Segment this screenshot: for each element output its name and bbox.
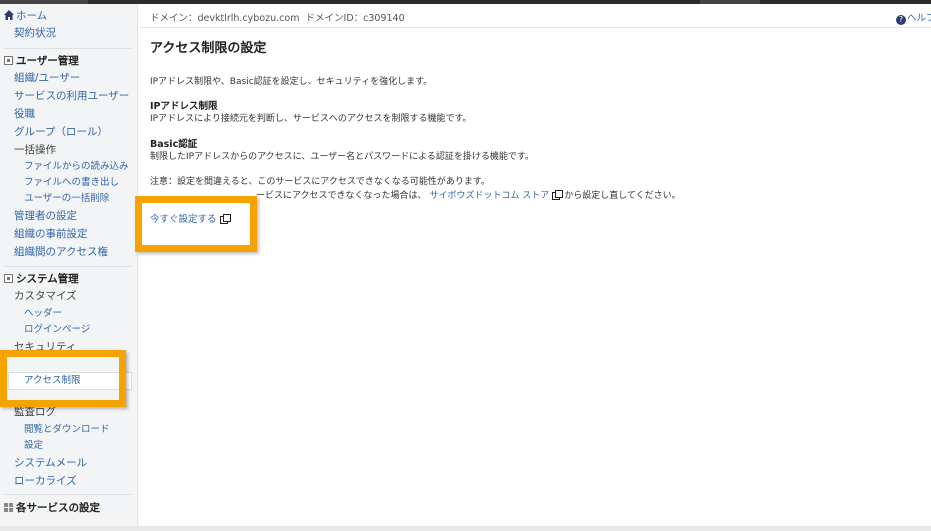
- sidebar-item-localize[interactable]: ローカライズ: [14, 473, 77, 489]
- external-link-icon: [552, 190, 564, 200]
- sidebar-highlight-callout: [0, 350, 126, 407]
- user-box-icon: [4, 56, 13, 65]
- basic-auth-desc: 制限したIPアドレスからのアクセスに、ユーザー名とパスワードによる認証を掛ける機…: [150, 152, 535, 162]
- sidebar-item-org-presets[interactable]: 組織の事前設定: [14, 226, 88, 242]
- sidebar-item-bulk-delete[interactable]: ユーザーの一括削除: [24, 191, 109, 207]
- domain-id: ドメインID：c309140: [305, 13, 405, 24]
- bottom-bar: [0, 526, 931, 531]
- caution-line-2: ービスにアクセスできなくなった場合は、 サイボウズドットコム ストア から設定し…: [256, 188, 681, 201]
- sidebar-item-groups[interactable]: グループ（ロール）: [14, 124, 108, 140]
- sidebar-item-export-file[interactable]: ファイルへの書き出し: [24, 175, 119, 191]
- domain-info: ドメイン：devktlrlh.cybozu.com ドメインID：c309140: [150, 10, 405, 24]
- sidebar-item-org-access[interactable]: 組織間のアクセス権: [14, 244, 108, 260]
- domain-name: ドメイン：devktlrlh.cybozu.com: [150, 13, 300, 24]
- section-services: 各サービスの設定: [4, 500, 100, 516]
- external-link-icon: [219, 214, 231, 224]
- sidebar-item-audit-settings[interactable]: 設定: [24, 438, 43, 454]
- home-icon: [4, 10, 14, 20]
- page-title: アクセス制限の設定: [150, 41, 267, 56]
- help-link[interactable]: ? ヘルプ: [896, 10, 931, 25]
- ip-restriction-desc: IPアドレスにより接続元を判断し、サービスへのアクセスを制限する機能です。: [150, 114, 472, 124]
- sidebar-item-contract[interactable]: 契約状況: [14, 25, 56, 41]
- section-system-management: システム管理: [4, 271, 79, 287]
- sidebar-item-audit-view-download[interactable]: 閲覧とダウンロード: [24, 422, 110, 438]
- section-title: ユーザー管理: [16, 55, 79, 67]
- sidebar-item-header[interactable]: ヘッダー: [24, 306, 62, 322]
- sidebar-item-org-users[interactable]: 組織/ユーザー: [14, 70, 80, 86]
- grid-icon: [4, 503, 13, 512]
- basic-auth-heading: Basic認証: [150, 139, 198, 150]
- section-title: システム管理: [16, 273, 79, 285]
- sidebar: ホーム 契約状況 ユーザー管理 組織/ユーザー サービスの利用ユーザー 役職 グ…: [0, 4, 138, 531]
- caution-text: ービスにアクセスできなくなった場合は、: [256, 191, 427, 201]
- set-now-link[interactable]: 今すぐ設定する: [150, 211, 231, 225]
- divider: [4, 48, 132, 49]
- sidebar-item-import-file[interactable]: ファイルからの読み込み: [24, 159, 129, 175]
- caution-line-1: 注意：設定を間違えると、このサービスにアクセスできなくなる可能性があります。: [150, 177, 491, 187]
- sidebar-item-admins[interactable]: 管理者の設定: [14, 208, 77, 224]
- store-link-label: サイボウズドットコム ストア: [429, 191, 550, 201]
- intro-text: IPアドレス制限や、Basic認証を設定し、セキュリティを強化します。: [150, 77, 433, 87]
- divider: [4, 494, 132, 495]
- sidebar-item-customize: カスタマイズ: [14, 290, 77, 302]
- sidebar-item-bulk: 一括操作: [14, 144, 56, 156]
- section-title: 各サービスの設定: [16, 502, 100, 514]
- sidebar-item-service-users[interactable]: サービスの利用ユーザー: [14, 88, 129, 104]
- ip-restriction-heading: IPアドレス制限: [150, 101, 218, 112]
- sidebar-item-titles[interactable]: 役職: [14, 106, 35, 122]
- set-now-label: 今すぐ設定する: [150, 214, 217, 225]
- store-link[interactable]: サイボウズドットコム ストア: [429, 190, 564, 201]
- help-label: ヘルプ: [907, 13, 931, 24]
- caution-text: から設定し直してください。: [564, 191, 681, 201]
- sidebar-item-login-page[interactable]: ログインページ: [24, 322, 90, 338]
- sidebar-item-system-mail[interactable]: システムメール: [14, 455, 87, 471]
- help-icon: ?: [896, 15, 906, 25]
- sidebar-item-label: ホーム: [16, 10, 48, 22]
- section-user-management: ユーザー管理: [4, 53, 79, 69]
- system-box-icon: [4, 274, 13, 283]
- sidebar-item-home[interactable]: ホーム: [4, 8, 47, 24]
- divider: [4, 266, 132, 267]
